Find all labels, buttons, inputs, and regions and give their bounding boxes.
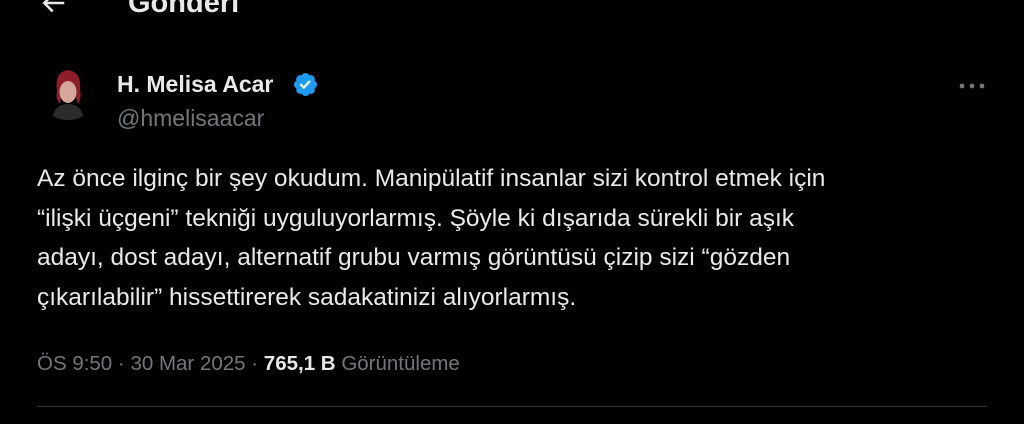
meta-separator: · <box>117 352 125 375</box>
tweet-text-line: adayı, dost adayı, alternatif grubu varm… <box>37 244 791 271</box>
page-title: Gönderi <box>128 0 240 19</box>
arrow-left-icon <box>42 0 65 13</box>
tweet-text-line: Az önce ilginç bir şey okudum. Manipülat… <box>37 165 826 192</box>
page-header: Gönderi <box>0 0 1024 28</box>
tweet-text-line: “ilişki üçgeni” tekniği uyguluyorlarmış.… <box>37 204 795 232</box>
views-count: 765,1 B <box>263 352 336 375</box>
tweet-text-line: çıkarılabilir” hissettirerek sadakatiniz… <box>37 283 577 311</box>
tweet-time[interactable]: ÖS 9:50 <box>37 352 112 375</box>
tweet-text: Az önce ilginç bir şey okudum. Manipülat… <box>37 159 997 317</box>
verified-badge-icon <box>293 72 318 97</box>
back-button[interactable] <box>36 0 70 20</box>
avatar[interactable] <box>38 60 98 120</box>
meta-separator: · <box>251 352 259 375</box>
divider <box>37 406 987 407</box>
more-options-button[interactable] <box>952 72 992 100</box>
tweet-meta: ÖS 9:50 · 30 Mar 2025 · 765,1 B Görüntül… <box>37 350 460 378</box>
more-horizontal-icon <box>959 83 985 89</box>
views-label: Görüntüleme <box>341 352 460 375</box>
author-handle[interactable]: @hmelisaacar <box>117 104 264 132</box>
post-page: Gönderi H. Melisa Acar @hmelisaacar Az ö… <box>0 0 1024 424</box>
tweet-date[interactable]: 30 Mar 2025 <box>130 352 245 375</box>
avatar-image <box>38 60 98 120</box>
author-name[interactable]: H. Melisa Acar <box>117 70 273 98</box>
